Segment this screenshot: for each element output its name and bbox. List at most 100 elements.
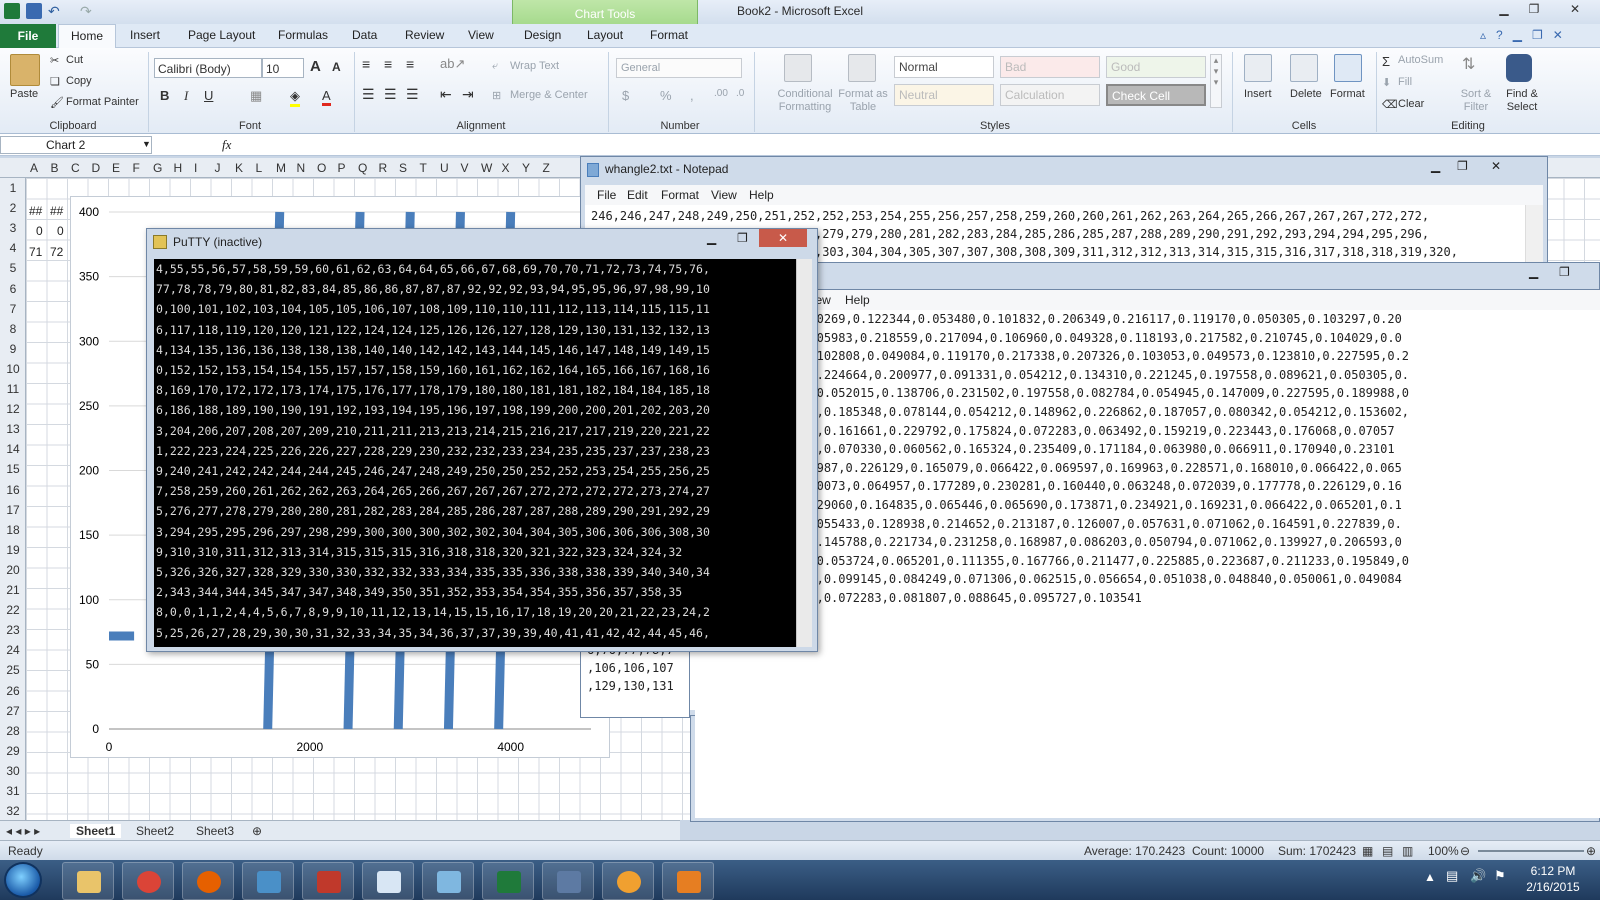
- font-size-select[interactable]: 10: [262, 58, 304, 78]
- clock-time[interactable]: 6:12 PM: [1518, 864, 1588, 878]
- tab-layout[interactable]: Layout: [587, 28, 623, 42]
- column-header-a[interactable]: A: [30, 161, 38, 175]
- align-left-icon[interactable]: ☰: [362, 86, 375, 103]
- tab-formulas[interactable]: Formulas: [278, 28, 328, 42]
- align-right-icon[interactable]: ☰: [406, 86, 419, 103]
- style-neutral[interactable]: Neutral: [894, 84, 994, 106]
- help-icon[interactable]: ?: [1496, 28, 1503, 42]
- format-cells-icon[interactable]: [1334, 54, 1362, 82]
- row-header-8[interactable]: 8: [0, 322, 26, 336]
- row-header-2[interactable]: 2: [0, 201, 26, 215]
- find-select-button[interactable]: Find & Select: [1500, 88, 1544, 114]
- bold-icon[interactable]: B: [160, 88, 169, 103]
- format-button[interactable]: Format: [1330, 88, 1365, 100]
- sort-filter-icon[interactable]: ⇅: [1462, 54, 1486, 82]
- clear-button[interactable]: Clear: [1398, 98, 1424, 110]
- notepad-back-titlebar[interactable]: pad ▁ ❐: [690, 262, 1600, 290]
- row-header-13[interactable]: 13: [0, 422, 26, 436]
- firefox-app[interactable]: [182, 862, 234, 900]
- word-app[interactable]: [362, 862, 414, 900]
- row-header-18[interactable]: 18: [0, 523, 26, 537]
- cell-a4[interactable]: 71: [29, 245, 42, 259]
- column-header-z[interactable]: Z: [543, 161, 550, 175]
- tab-data[interactable]: Data: [352, 28, 377, 42]
- format-painter-icon[interactable]: 🖌: [50, 96, 64, 109]
- putty-minimize-icon[interactable]: ▁: [707, 231, 716, 245]
- column-header-k[interactable]: K: [235, 161, 243, 175]
- tab-sheet2[interactable]: Sheet2: [136, 824, 174, 838]
- notepad-back-text-visible[interactable]: 78,0.207326,0.220269,0.122344,0.053480,0…: [695, 310, 1600, 818]
- tray-action-center-icon[interactable]: ⚑: [1494, 868, 1506, 884]
- name-box[interactable]: Chart 2: [0, 136, 152, 154]
- percent-icon[interactable]: %: [660, 88, 672, 103]
- column-header-q[interactable]: Q: [358, 161, 367, 175]
- cell-a3[interactable]: 0: [36, 224, 43, 238]
- tab-file[interactable]: File: [0, 24, 56, 48]
- putty-app[interactable]: [542, 862, 594, 900]
- row-header-12[interactable]: 12: [0, 402, 26, 416]
- sort-filter-button[interactable]: Sort & Filter: [1454, 88, 1498, 114]
- putty-scrollbar[interactable]: [796, 259, 812, 647]
- column-header-o[interactable]: O: [317, 161, 326, 175]
- conditional-formatting-button[interactable]: Conditional Formatting: [770, 88, 840, 114]
- fill-button[interactable]: Fill: [1398, 76, 1412, 88]
- minimize-ribbon-icon[interactable]: ▵: [1480, 28, 1486, 42]
- font-name-select[interactable]: Calibri (Body): [154, 58, 262, 78]
- column-header-c[interactable]: C: [71, 161, 80, 175]
- fx-icon[interactable]: fx: [222, 137, 231, 153]
- row-header-19[interactable]: 19: [0, 543, 26, 557]
- column-header-j[interactable]: J: [215, 161, 221, 175]
- paste-button[interactable]: Paste: [10, 88, 38, 100]
- tab-design[interactable]: Design: [524, 28, 561, 42]
- copy-icon[interactable]: ❏: [50, 75, 60, 88]
- row-header-16[interactable]: 16: [0, 483, 26, 497]
- putty-close-icon[interactable]: ✕: [759, 229, 807, 247]
- autosum-icon[interactable]: Σ: [1382, 54, 1390, 69]
- notepad-close-icon[interactable]: ✕: [1491, 159, 1501, 173]
- orientation-icon[interactable]: ab↗: [440, 56, 465, 72]
- row-header-28[interactable]: 28: [0, 724, 26, 738]
- zoom-level[interactable]: 100%: [1428, 844, 1459, 858]
- row-header-24[interactable]: 24: [0, 643, 26, 657]
- excel-app[interactable]: [482, 862, 534, 900]
- row-header-1[interactable]: 1: [0, 181, 26, 195]
- insert-button[interactable]: Insert: [1244, 88, 1272, 100]
- shrink-font-icon[interactable]: A: [332, 60, 341, 74]
- chrome-app[interactable]: [122, 862, 174, 900]
- copy-button[interactable]: Copy: [66, 75, 92, 87]
- grow-font-icon[interactable]: A: [310, 58, 321, 75]
- row-header-31[interactable]: 31: [0, 784, 26, 798]
- tab-home[interactable]: Home: [58, 24, 116, 49]
- row-header-3[interactable]: 3: [0, 221, 26, 235]
- close-icon[interactable]: ✕: [1550, 0, 1600, 18]
- clock-date[interactable]: 2/16/2015: [1518, 880, 1588, 894]
- row-header-26[interactable]: 26: [0, 684, 26, 698]
- column-header-x[interactable]: X: [502, 161, 510, 175]
- tab-page-layout[interactable]: Page Layout: [188, 28, 255, 42]
- row-header-22[interactable]: 22: [0, 603, 26, 617]
- menu-view[interactable]: View: [711, 188, 737, 202]
- notepad-back-max-icon[interactable]: ❐: [1559, 265, 1570, 279]
- cell-b4[interactable]: 72: [50, 245, 63, 259]
- notepad-back-min-icon[interactable]: ▁: [1529, 265, 1538, 279]
- row-header-21[interactable]: 21: [0, 583, 26, 597]
- explorer-app[interactable]: [62, 862, 114, 900]
- styles-more-icon[interactable]: ▴ ▾ ▾: [1210, 54, 1222, 108]
- fill-color-icon[interactable]: ◈: [290, 88, 300, 107]
- zoom-in-icon[interactable]: ⊕: [1586, 844, 1596, 858]
- normal-view-icon[interactable]: ▦: [1362, 844, 1373, 858]
- clear-icon[interactable]: ⌫: [1382, 98, 1398, 111]
- column-header-w[interactable]: W: [481, 161, 492, 175]
- row-header-15[interactable]: 15: [0, 462, 26, 476]
- row-header-10[interactable]: 10: [0, 362, 26, 376]
- formula-input[interactable]: [240, 136, 1580, 154]
- start-button[interactable]: [4, 862, 42, 898]
- fill-icon[interactable]: ⬇: [1382, 76, 1391, 89]
- row-header-25[interactable]: 25: [0, 663, 26, 677]
- column-header-f[interactable]: F: [133, 161, 140, 175]
- style-check-cell[interactable]: Check Cell: [1106, 84, 1206, 106]
- window-min-icon[interactable]: ▁: [1513, 28, 1522, 42]
- row-header-4[interactable]: 4: [0, 241, 26, 255]
- cell-b2[interactable]: ##: [50, 204, 63, 218]
- column-header-y[interactable]: Y: [522, 161, 530, 175]
